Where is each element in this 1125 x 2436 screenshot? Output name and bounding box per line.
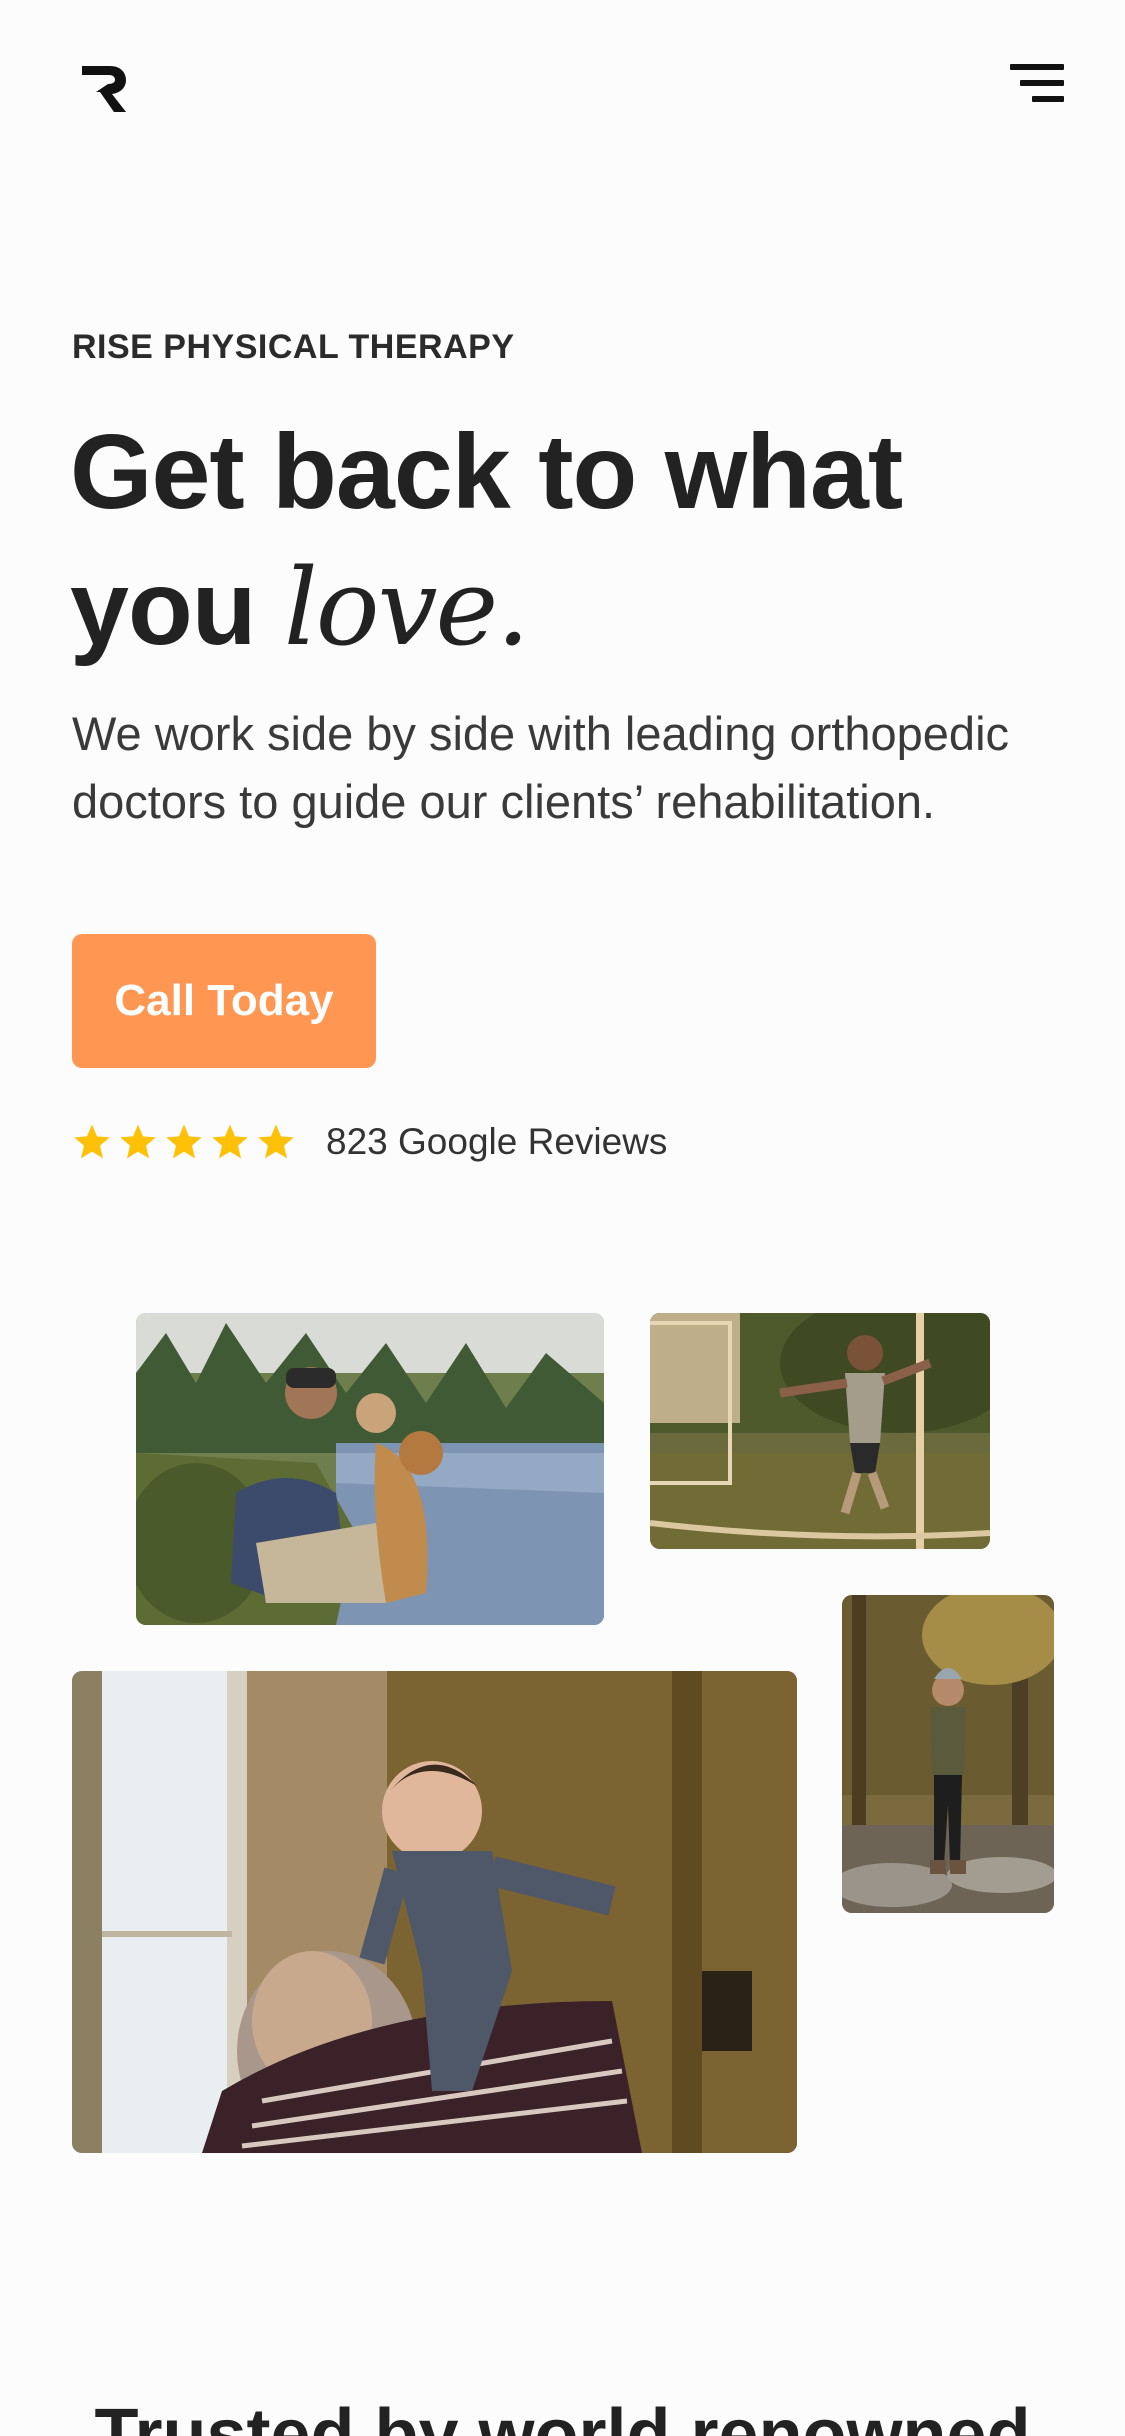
r-logo-icon[interactable] [80,62,130,114]
star-icon [74,1124,110,1159]
reviews-count-label[interactable]: 823 Google Reviews [326,1121,667,1163]
star-rating [72,1122,296,1162]
kid-playing-soccer-photo [650,1313,990,1549]
couple-with-dog-photo [136,1313,604,1625]
brand-eyebrow: RISE PHYSICAL THERAPY [72,328,515,366]
google-reviews-rating[interactable]: 823 Google Reviews [72,1118,667,1166]
star-icon [120,1124,156,1159]
hiker-woman-photo [842,1595,1054,1913]
star-icon [166,1124,202,1159]
star-icon [258,1124,294,1159]
headline-script-word: love. [283,546,530,669]
call-today-button[interactable]: Call Today [72,934,376,1068]
headline-plain-text: you [70,549,284,667]
section-heading-trusted: Trusted by world renowned [94,2395,1031,2436]
hamburger-menu-icon[interactable] [1006,60,1066,110]
headline-line-1: Get back to what [70,413,903,531]
grandfather-lifting-baby-photo [72,1671,797,2153]
star-icon [212,1124,248,1159]
page-title: Get back to what you love. [70,404,1070,676]
hero-subtext: We work side by side with leading orthop… [72,707,1010,828]
headline-line-2: you love. [70,540,1070,676]
